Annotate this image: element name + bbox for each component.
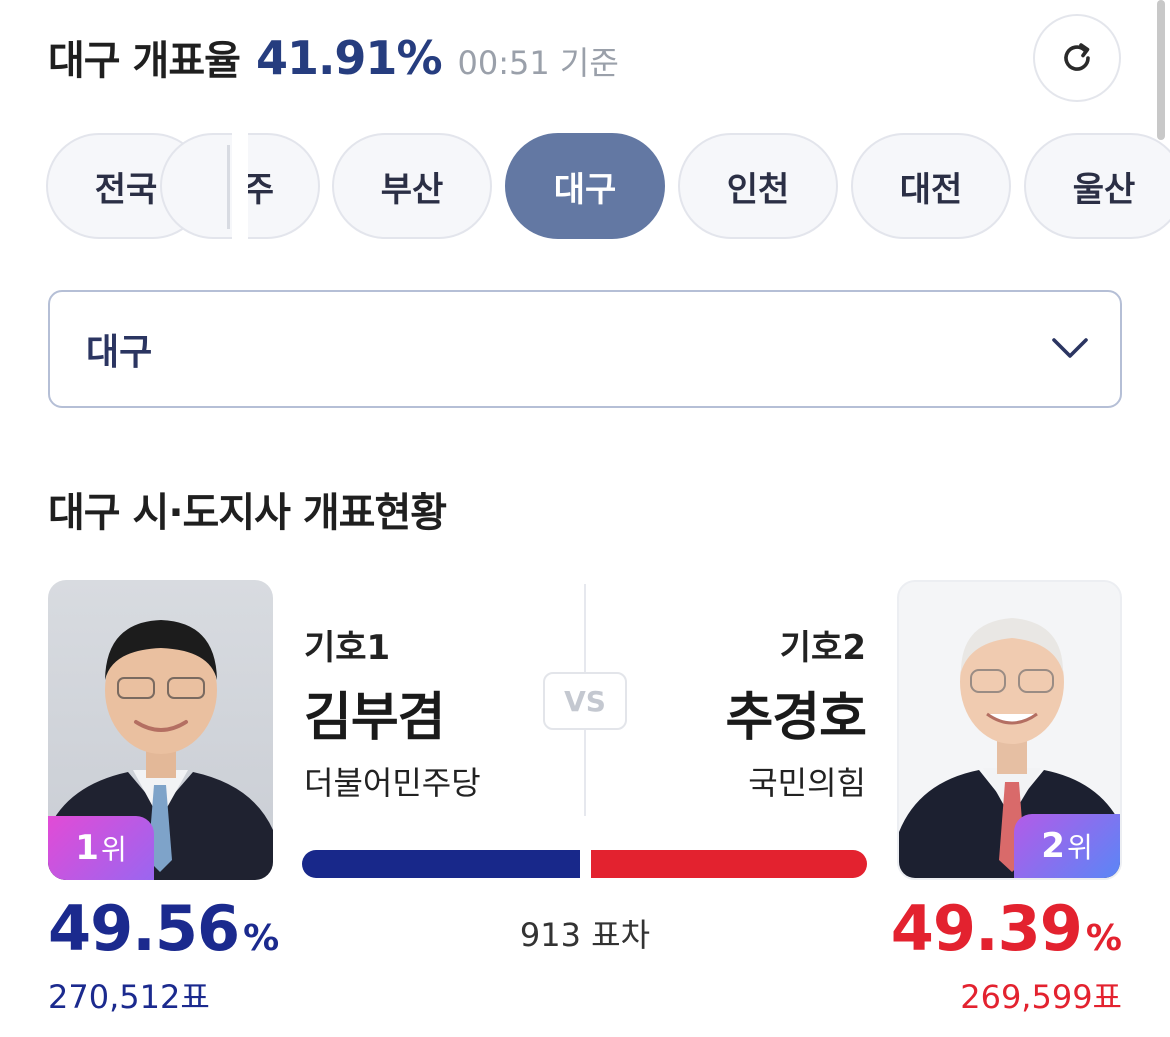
count-rate: 41.91% — [255, 31, 443, 85]
chevron-down-icon — [1052, 338, 1088, 358]
tab-daejeon[interactable]: 대전 — [851, 133, 1011, 239]
candidate-info-right: 기호2 추경호 국민의힘 — [725, 620, 867, 804]
candidate-info-left: 기호1 김부겸 더불어민주당 — [304, 620, 481, 804]
tab-ulsan[interactable]: 울산 — [1024, 133, 1170, 239]
refresh-button[interactable] — [1033, 14, 1121, 102]
region-select[interactable]: 대구 — [48, 290, 1122, 408]
candidate-name-right: 추경호 — [725, 688, 867, 748]
percent-left: 49.56% — [48, 892, 280, 965]
candidate-party-right: 국민의힘 — [748, 764, 866, 802]
region-select-value: 대구 — [86, 332, 153, 373]
tab-divider — [227, 145, 230, 229]
tab-fade — [232, 133, 248, 239]
candidate-name-left: 김부겸 — [304, 688, 446, 748]
candidate-party-left: 더불어민주당 — [304, 764, 481, 802]
tab-busan[interactable]: 부산 — [332, 133, 492, 239]
section-title: 대구 시·도지사 개표현황 — [48, 490, 447, 536]
rank-badge-left: 1위 — [48, 816, 154, 880]
percent-right: 49.39% — [890, 892, 1122, 965]
update-time: 00:51 기준 — [457, 44, 619, 82]
candidate-number-right: 기호2 — [779, 628, 866, 668]
page-title: 대구 개표율 — [48, 38, 241, 84]
candidate-photo-left: 1위 — [48, 580, 273, 880]
vote-gap: 913 표차 — [519, 916, 651, 954]
vs-badge: VS — [543, 672, 627, 730]
vote-bar-left — [302, 850, 580, 878]
refresh-icon — [1064, 43, 1090, 71]
candidate-photo-right: 2위 — [897, 580, 1122, 880]
header: 대구 개표율 41.91% 00:51 기준 — [48, 28, 619, 92]
candidate-number-left: 기호1 — [304, 628, 391, 668]
rank-badge-right: 2위 — [1014, 814, 1120, 878]
scrollbar[interactable] — [1157, 0, 1165, 140]
region-tabs: 전국 주 부산 대구 인천 대전 울산 — [0, 133, 1170, 243]
tab-incheon[interactable]: 인천 — [678, 133, 838, 239]
tab-daegu[interactable]: 대구 — [505, 133, 665, 239]
votes-left: 270,512표 — [48, 978, 210, 1016]
votes-right: 269,599표 — [960, 978, 1122, 1016]
vote-bar-right — [591, 850, 867, 878]
